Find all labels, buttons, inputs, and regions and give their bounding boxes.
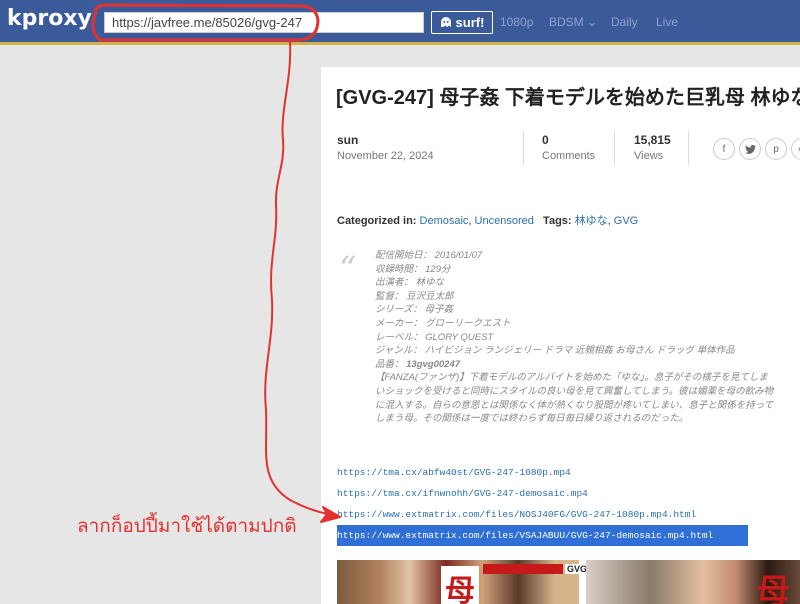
category-link-demosaic[interactable]: Demosaic	[420, 215, 469, 227]
info-release-date: 配信開始日： 2016/01/07	[375, 250, 483, 261]
proxy-url-input[interactable]	[104, 12, 424, 33]
thumbnail-kanji: 母	[756, 572, 790, 604]
info-label: レーベル： GLORY QUEST	[375, 331, 494, 343]
comments-label: Comments	[542, 150, 596, 162]
nav-item-daily[interactable]: Daily	[611, 15, 638, 29]
post-categories: Categorized in: Demosaic, Uncensored Tag…	[337, 215, 639, 227]
download-link[interactable]: https://tma.cx/abfw40st/GVG-247-1080p.mp…	[337, 462, 748, 483]
header-divider	[0, 42, 800, 45]
post-title: [GVG-247] 母子姦 下着モデルを始めた巨乳母 林ゆな	[336, 87, 800, 109]
ghost-icon	[440, 17, 451, 27]
surf-button-label: surf!	[455, 15, 485, 30]
views-label: Views	[634, 150, 664, 162]
cover-thumbnail[interactable]: 母	[337, 560, 579, 604]
post-author[interactable]: sun	[337, 133, 358, 147]
facebook-icon[interactable]: f	[713, 138, 735, 160]
comments-count[interactable]: 0	[542, 133, 549, 147]
info-genre: ジャンル： ハイビジョン ランジェリー ドラマ 近親相姦 お母さん ドラッグ 単…	[375, 345, 735, 357]
download-link[interactable]: https://tma.cx/ifnwnohh/GVG-247-demosaic…	[337, 483, 748, 504]
info-maker: メーカー： グローリークエスト	[375, 317, 511, 329]
info-series: シリーズ： 母子姦	[375, 304, 454, 316]
download-links: https://tma.cx/abfw40st/GVG-247-1080p.mp…	[337, 462, 748, 546]
kproxy-logo[interactable]: kproxy	[7, 6, 92, 31]
meta-divider	[523, 131, 524, 165]
categorized-label: Categorized in:	[337, 215, 417, 227]
meta-divider	[614, 131, 615, 165]
download-link[interactable]: https://www.extmatrix.com/files/NOSJ40FG…	[337, 504, 748, 525]
annotation-arrow-line	[264, 41, 329, 515]
nav-item-1080p[interactable]: 1080p	[500, 15, 533, 29]
category-link-uncensored[interactable]: Uncensored	[475, 215, 534, 227]
quote-mark-icon: “	[339, 249, 357, 289]
tag-link-hayashi-yuna[interactable]: 林ゆな	[575, 215, 608, 227]
info-description: 【FANZA(ファンザ)】下着モデルのアルバイトを始めた「ゆな」。息子がその様子…	[375, 372, 774, 425]
info-cast: 出演者： 林ゆな	[375, 277, 445, 289]
tag-link-gvg[interactable]: GVG	[614, 215, 638, 227]
annotation-text: ลากก็อปปี้มาใช้ได้ตามปกติ	[77, 516, 297, 537]
twitter-icon[interactable]	[739, 138, 761, 160]
nav-item-bdsm[interactable]: BDSM ⌄	[549, 15, 597, 29]
info-product-code: 品番： 13gvg00247	[375, 358, 461, 370]
pinterest-icon[interactable]: p	[765, 138, 787, 160]
nav-item-live[interactable]: Live	[656, 15, 678, 29]
info-duration: 収録時間： 129分	[375, 263, 451, 275]
movie-info-quote: 配信開始日： 2016/01/07 収録時間： 129分 出演者： 林ゆな 監督…	[375, 249, 775, 426]
post-date: November 22, 2024	[337, 150, 434, 162]
views-count: 15,815	[634, 133, 671, 147]
tags-label: Tags:	[543, 215, 572, 227]
surf-button[interactable]: surf!	[431, 11, 493, 34]
download-link-selected[interactable]: https://www.extmatrix.com/files/VSAJABUU…	[337, 525, 748, 546]
preview-thumbnail[interactable]: 母	[586, 560, 800, 604]
info-director: 監督： 豆沢豆太郎	[375, 290, 454, 302]
meta-divider	[688, 131, 689, 165]
thumbnail-banner	[483, 564, 563, 574]
thumbnail-kanji: 母	[441, 566, 479, 604]
